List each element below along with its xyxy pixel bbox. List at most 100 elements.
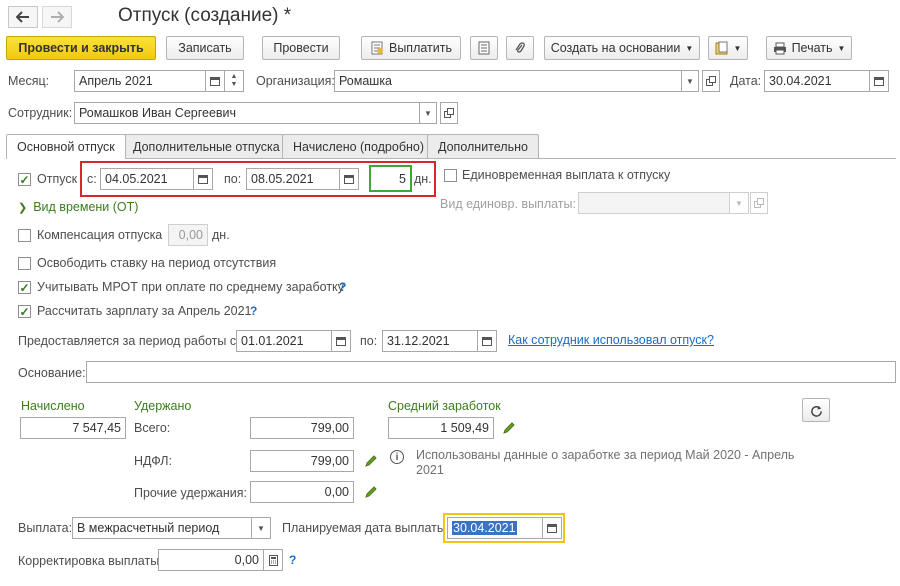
- planned-date-calendar-button[interactable]: [542, 517, 562, 539]
- total-withheld-field[interactable]: 799,00: [250, 417, 354, 439]
- other-edit-pencil-icon[interactable]: [364, 485, 378, 499]
- print-button[interactable]: Печать ▼: [766, 36, 852, 60]
- avg-edit-pencil-icon[interactable]: [502, 421, 516, 435]
- employee-value: Ромашков Иван Сергеевич: [79, 106, 237, 120]
- mrot-help-icon[interactable]: ?: [339, 280, 346, 294]
- date-field[interactable]: 30.04.2021: [764, 70, 870, 92]
- printer-icon: [773, 42, 786, 54]
- employee-label: Сотрудник:: [8, 106, 73, 120]
- total-withheld-value: 799,00: [310, 421, 349, 435]
- basis-field[interactable]: [86, 361, 896, 383]
- tab-additional[interactable]: Дополнительно: [427, 134, 539, 158]
- refresh-button[interactable]: [802, 398, 830, 422]
- compensation-checkbox[interactable]: [18, 229, 31, 242]
- calc-salary-help-icon[interactable]: ?: [250, 304, 257, 318]
- period-to-field[interactable]: 31.12.2021: [382, 330, 478, 352]
- vacation-from-field[interactable]: 04.05.2021: [100, 168, 194, 190]
- correction-help-icon[interactable]: ?: [289, 553, 296, 567]
- open-link-icon: [706, 76, 716, 86]
- back-button[interactable]: [8, 6, 38, 28]
- free-rate-checkbox[interactable]: [18, 257, 31, 270]
- correction-field[interactable]: 0,00: [158, 549, 264, 571]
- period-to-label: по:: [360, 334, 378, 348]
- organization-open-button[interactable]: [702, 70, 720, 92]
- vacation-to-field[interactable]: 08.05.2021: [246, 168, 340, 190]
- attach-button[interactable]: [506, 36, 534, 60]
- post-and-close-button[interactable]: Провести и закрыть: [6, 36, 156, 60]
- employee-open-button[interactable]: [440, 102, 458, 124]
- ndfl-field[interactable]: 799,00: [250, 450, 354, 472]
- tab-accrued-detailed[interactable]: Начислено (подробно): [282, 134, 436, 158]
- lump-sum-kind-field[interactable]: [578, 192, 730, 214]
- post-button[interactable]: Провести: [262, 36, 340, 60]
- to-label: по:: [224, 172, 242, 186]
- ndfl-edit-pencil-icon[interactable]: [364, 454, 378, 468]
- free-rate-label: Освободить ставку на период отсутствия: [37, 256, 277, 270]
- period-from-field[interactable]: 01.01.2021: [236, 330, 332, 352]
- lump-sum-checkbox[interactable]: [444, 169, 457, 182]
- compensation-label: Компенсация отпуска: [37, 228, 163, 242]
- employee-field[interactable]: Ромашков Иван Сергеевич: [74, 102, 420, 124]
- vacation-to-value: 08.05.2021: [251, 172, 314, 186]
- vacation-checkbox[interactable]: ✓: [18, 173, 31, 186]
- payment-field[interactable]: В межрасчетный период: [72, 517, 252, 539]
- tab-main-vacation[interactable]: Основной отпуск: [6, 134, 126, 159]
- open-link-icon: [444, 108, 454, 118]
- tab-additional-vacations[interactable]: Дополнительные отпуска: [122, 134, 291, 158]
- vacation-days-value: 5: [399, 171, 406, 186]
- vacation-days-field[interactable]: 5: [369, 165, 412, 192]
- list-button[interactable]: [470, 36, 498, 60]
- mrot-checkbox[interactable]: ✓: [18, 281, 31, 294]
- vacation-from-value: 04.05.2021: [105, 172, 168, 186]
- report-icon: [715, 41, 728, 55]
- vacation-usage-link[interactable]: Как сотрудник использовал отпуск?: [508, 333, 714, 347]
- vacation-from-calendar-button[interactable]: [193, 168, 213, 190]
- accrued-field[interactable]: 7 547,45: [20, 417, 126, 439]
- date-calendar-button[interactable]: [869, 70, 889, 92]
- compensation-days-field[interactable]: 0,00: [168, 224, 208, 246]
- avg-earnings-field[interactable]: 1 509,49: [388, 417, 494, 439]
- vacation-to-calendar-button[interactable]: [339, 168, 359, 190]
- employee-dropdown-button[interactable]: ▼: [419, 102, 437, 124]
- period-to-value: 31.12.2021: [387, 334, 450, 348]
- organization-dropdown-button[interactable]: ▼: [681, 70, 699, 92]
- planned-date-value: 30.04.2021: [452, 521, 517, 535]
- create-based-on-button[interactable]: Создать на основании ▼: [544, 36, 700, 60]
- ndfl-value: 799,00: [310, 454, 349, 468]
- correction-label: Корректировка выплаты:: [18, 554, 163, 568]
- calc-salary-label: Рассчитать зарплату за Апрель 2021: [37, 304, 252, 318]
- organization-value: Ромашка: [339, 74, 393, 88]
- month-value: Апрель 2021: [79, 74, 153, 88]
- list-icon: [478, 41, 490, 55]
- month-spinner[interactable]: ▲ ▼: [224, 70, 244, 92]
- period-from-calendar-button[interactable]: [331, 330, 351, 352]
- payment-dropdown-button[interactable]: ▼: [251, 517, 271, 539]
- organization-label: Организация:: [256, 74, 335, 88]
- organization-field[interactable]: Ромашка: [334, 70, 682, 92]
- spin-up-icon: ▲: [230, 73, 238, 80]
- chevron-right-icon: ❯: [18, 201, 28, 214]
- reports-button[interactable]: ▼: [708, 36, 748, 60]
- forward-button[interactable]: [42, 6, 72, 28]
- arrow-right-icon: [51, 11, 64, 23]
- correction-calculator-button[interactable]: [263, 549, 283, 571]
- time-kind-toggle[interactable]: ❯ Вид времени (ОТ): [18, 200, 138, 214]
- dropdown-arrow-icon: ▼: [257, 523, 265, 533]
- dropdown-arrow-icon: ▼: [685, 43, 694, 53]
- tab-label: Начислено (подробно): [293, 139, 425, 154]
- save-button[interactable]: Записать: [166, 36, 244, 60]
- month-field[interactable]: Апрель 2021: [74, 70, 206, 92]
- create-based-label: Создать на основании: [550, 41, 681, 55]
- total-withheld-label: Всего:: [134, 421, 171, 435]
- other-withheld-field[interactable]: 0,00: [250, 481, 354, 503]
- period-to-calendar-button[interactable]: [477, 330, 497, 352]
- lump-sum-kind-dropdown[interactable]: ▼: [729, 192, 749, 214]
- date-value: 30.04.2021: [769, 74, 832, 88]
- calc-salary-checkbox[interactable]: ✓: [18, 305, 31, 318]
- other-withheld-label: Прочие удержания:: [134, 486, 248, 500]
- checkmark-icon: ✓: [19, 172, 30, 187]
- planned-date-field[interactable]: 30.04.2021: [447, 517, 543, 539]
- month-calendar-button[interactable]: [205, 70, 225, 92]
- lump-sum-kind-open[interactable]: [750, 192, 768, 214]
- pay-button[interactable]: Выплатить: [361, 36, 461, 60]
